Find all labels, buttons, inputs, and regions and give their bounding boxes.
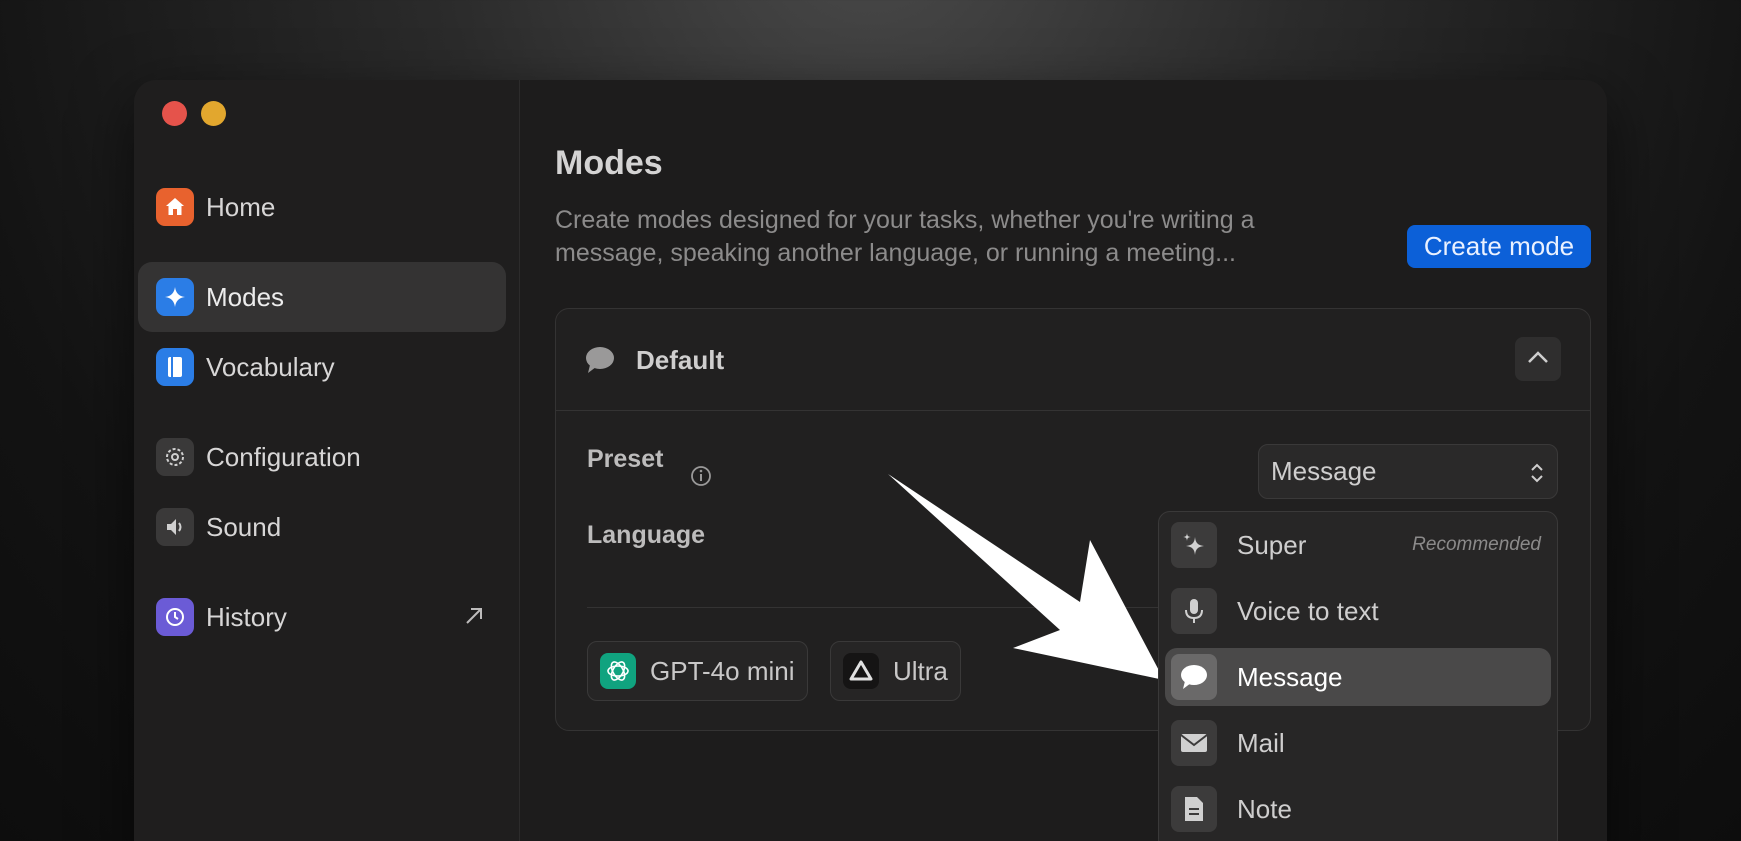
updown-chevron-icon xyxy=(1529,461,1545,492)
mode-card-header[interactable]: Default xyxy=(556,309,1590,411)
dropdown-item-note[interactable]: Note xyxy=(1165,780,1551,838)
speech-bubble-icon xyxy=(585,346,615,379)
microphone-icon xyxy=(1171,588,1217,634)
document-icon xyxy=(1171,786,1217,832)
sidebar-item-label: History xyxy=(206,601,287,632)
pointer-arrow-icon xyxy=(888,474,1164,680)
sparkles-icon xyxy=(1171,522,1217,568)
minimize-window-button[interactable] xyxy=(201,101,226,126)
sidebar-item-label: Sound xyxy=(206,511,282,542)
home-icon xyxy=(156,188,194,226)
history-icon xyxy=(156,598,194,636)
book-icon xyxy=(156,348,194,386)
preset-dropdown-menu: Super Recommended Voice to text Message … xyxy=(1158,511,1558,841)
dropdown-item-label: Voice to text xyxy=(1237,595,1379,626)
create-mode-button[interactable]: Create mode xyxy=(1407,225,1591,268)
ultra-icon xyxy=(843,653,879,689)
sidebar-item-home[interactable]: Home xyxy=(138,172,506,242)
chevron-up-icon xyxy=(1526,349,1550,370)
mode-title: Default xyxy=(636,345,725,375)
sidebar-item-vocabulary[interactable]: Vocabulary xyxy=(138,332,506,402)
dropdown-item-message[interactable]: Message xyxy=(1165,648,1551,706)
dropdown-item-label: Note xyxy=(1237,793,1292,824)
envelope-icon xyxy=(1171,720,1217,766)
sidebar-item-label: Home xyxy=(206,191,276,222)
preset-value: Message xyxy=(1271,456,1377,486)
preset-label: Preset xyxy=(587,445,664,473)
sidebar-item-configuration[interactable]: Configuration xyxy=(138,422,506,492)
page-description: Create modes designed for your tasks, wh… xyxy=(555,206,1255,267)
sidebar-item-modes[interactable]: Modes xyxy=(138,262,506,332)
gear-icon xyxy=(156,438,194,476)
external-link-icon xyxy=(462,604,486,633)
dropdown-item-label: Super xyxy=(1237,529,1307,560)
chip-label: GPT-4o mini xyxy=(650,655,795,686)
sidebar-item-sound[interactable]: Sound xyxy=(138,492,506,562)
sidebar: Home Modes Vocabulary Configuration Soun xyxy=(134,80,520,841)
info-icon[interactable] xyxy=(690,465,712,492)
sidebar-item-label: Vocabulary xyxy=(206,351,335,382)
sidebar-item-label: Configuration xyxy=(206,441,361,472)
dropdown-item-voice-to-text[interactable]: Voice to text xyxy=(1165,582,1551,640)
dropdown-item-label: Message xyxy=(1237,661,1343,692)
dropdown-item-label: Mail xyxy=(1237,727,1285,758)
recommended-badge: Recommended xyxy=(1412,534,1541,555)
sparkle-icon xyxy=(156,278,194,316)
dropdown-item-super[interactable]: Super Recommended xyxy=(1165,516,1551,574)
speech-bubble-icon xyxy=(1171,654,1217,700)
openai-icon xyxy=(600,653,636,689)
sidebar-item-label: Modes xyxy=(206,281,285,312)
close-window-button[interactable] xyxy=(162,101,187,126)
speaker-icon xyxy=(156,508,194,546)
sidebar-item-history[interactable]: History xyxy=(138,582,506,652)
preset-select[interactable]: Message xyxy=(1258,444,1558,499)
dropdown-item-mail[interactable]: Mail xyxy=(1165,714,1551,772)
page-title: Modes xyxy=(555,144,663,182)
language-label: Language xyxy=(587,521,706,549)
collapse-button[interactable] xyxy=(1515,337,1561,381)
model-chip-gpt[interactable]: GPT-4o mini xyxy=(587,641,808,701)
